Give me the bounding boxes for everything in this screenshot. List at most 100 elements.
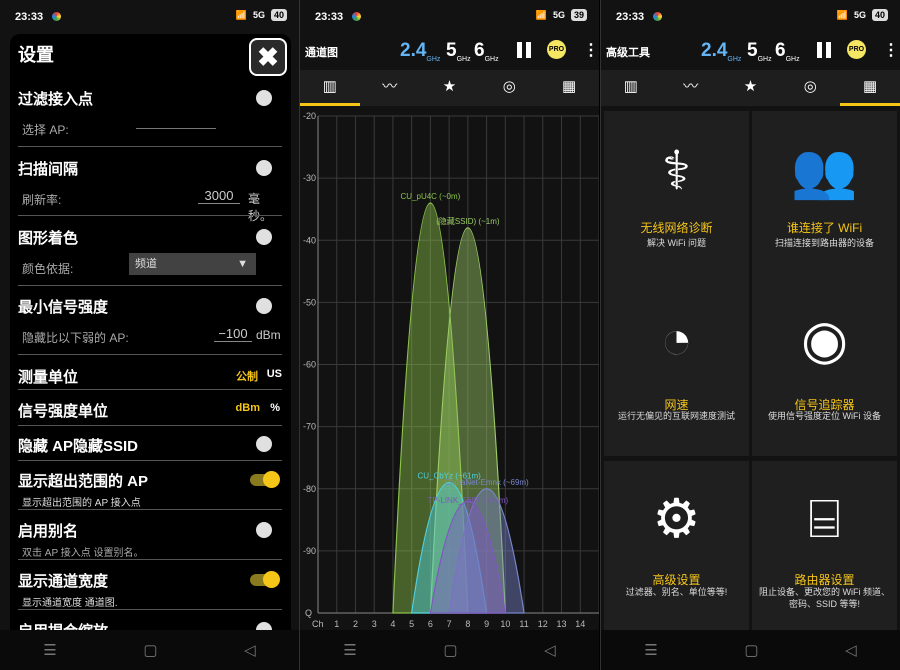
band-5-button[interactable]: 5GHz <box>747 40 772 63</box>
tab-channel-rating[interactable]: ★ <box>721 70 781 106</box>
tools-panel: 23:33 📶 5G 40 高级工具 2.4GHz 5GHz 6GHz PRO … <box>601 0 900 670</box>
signal-icon: ◎ <box>502 78 516 95</box>
app-toolbar: 高级工具 2.4GHz 5GHz 6GHz PRO ⋮ <box>601 34 900 68</box>
x-tick-label: 6 <box>428 619 433 629</box>
x-tick-label: 3 <box>372 619 377 629</box>
y-tick-label: -50 <box>303 297 316 307</box>
measure-row: 测量单位 公制 US <box>18 366 282 387</box>
band-5-button[interactable]: 5GHz <box>446 40 471 63</box>
network-label: 5G <box>252 10 265 20</box>
min-signal-toggle[interactable] <box>256 298 272 314</box>
channel-graph-panel: 23:33 📶 5G 39 通道图 2.4GHz 5GHz 6GHz PRO ⋮… <box>300 0 599 670</box>
divider <box>18 509 282 510</box>
pro-badge[interactable]: PRO <box>547 40 566 59</box>
tool-card-diagnosis[interactable]: ⚕ 无线网络诊断 解决 WiFi 问题 <box>604 111 749 303</box>
color-row: 图形着色 颜色依据: 频道 ▼ <box>18 227 282 277</box>
home-icon[interactable]: ▢ <box>744 641 758 659</box>
wifi-icon: 📶 <box>535 9 547 20</box>
users-icon: 👥 <box>790 141 859 201</box>
close-button[interactable]: ✖ <box>249 38 287 76</box>
band-2-4-button[interactable]: 2.4GHz <box>400 40 440 63</box>
width-row: 显示通道宽度 显示通道宽度 通道图. <box>18 570 282 609</box>
out-of-range-row: 显示超出范围的 AP 显示超出范围的 AP 接入点 <box>18 470 282 509</box>
alias-toggle[interactable] <box>256 522 272 538</box>
menu-icon[interactable]: ☰ <box>343 641 356 659</box>
signal-icon: ◎ <box>803 78 817 95</box>
out-of-range-sub: 显示超出范围的 AP 接入点 <box>22 498 141 509</box>
channel-chart: -20-30-40-50-60-70-80-90QCh 1 2 3 4 5 6 7 8 9 10 11… <box>303 111 599 629</box>
dbm-option[interactable]: dBm <box>236 402 260 414</box>
y-tick-label: -70 <box>303 422 316 432</box>
back-icon[interactable]: ◁ <box>544 641 556 659</box>
back-icon[interactable]: ◁ <box>845 641 857 659</box>
gear-icon: ⚙ <box>652 489 701 549</box>
metric-option[interactable]: 公制 <box>236 368 258 384</box>
app-notification-icon <box>653 12 662 21</box>
tab-tools[interactable]: ▦ <box>840 70 900 106</box>
color-toggle[interactable] <box>256 229 272 245</box>
tool-card-signal-tracker[interactable]: ◉ 信号追踪器 使用信号强度定位 WiFi 设备 <box>752 288 897 456</box>
min-signal-input[interactable]: −100 <box>214 326 252 342</box>
ssid-label: ChinaNet-Emnk (~69m) <box>444 478 529 487</box>
settings-title: 设置 <box>18 45 54 65</box>
menu-icon[interactable]: ☰ <box>644 641 657 659</box>
tool-card-router-settings[interactable]: ⌸ 路由器设置 阻止设备、更改您的 WiFi 频道、密码、SSID 等等! <box>752 461 897 631</box>
filter-ap-toggle[interactable] <box>256 90 272 106</box>
tab-ap-list[interactable]: ◎ <box>479 70 539 106</box>
more-menu-icon[interactable]: ⋮ <box>583 40 599 60</box>
back-icon[interactable]: ◁ <box>244 641 256 659</box>
tab-time-graph[interactable]: 〰 <box>661 70 721 106</box>
tool-card-speedtest[interactable]: ◔ 网速 运行无偏见的互联网速度测试 <box>604 288 749 456</box>
us-option[interactable]: US <box>267 368 282 380</box>
width-toggle[interactable] <box>250 571 280 588</box>
color-by-select[interactable]: 频道 ▼ <box>129 253 256 275</box>
scan-toggle[interactable] <box>256 160 272 176</box>
stars-icon: ★ <box>743 78 758 95</box>
battery-icon: 40 <box>871 9 888 21</box>
pause-button[interactable] <box>517 42 531 58</box>
refresh-unit: 毫秒。 <box>248 192 273 223</box>
router-icon: ⌸ <box>808 489 841 549</box>
y-tick-label: -90 <box>303 546 316 556</box>
wifi-icon: 📶 <box>836 9 848 20</box>
alias-row: 启用别名 双击 AP 接入点 设置别名。 <box>18 520 282 559</box>
band-6-button[interactable]: 6GHz <box>775 40 800 63</box>
ap-select-line[interactable] <box>136 128 216 129</box>
home-icon[interactable]: ▢ <box>443 641 457 659</box>
band-2-4-button[interactable]: 2.4GHz <box>701 40 741 63</box>
y-tick-label: -80 <box>303 484 316 494</box>
x-tick-label: 13 <box>557 619 567 629</box>
app-notification-icon <box>352 12 361 21</box>
settings-panel: 23:33 📶 5G 40 设置 ✖ 过滤接入点 选择 AP: 扫描间隔 刷新率… <box>0 0 299 670</box>
status-bar: 23:33 📶 5G 39 <box>300 0 599 34</box>
out-of-range-toggle[interactable] <box>250 471 280 488</box>
tab-channel-rating[interactable]: ★ <box>420 70 480 106</box>
tool-card-who-connected[interactable]: 👥 谁连接了 WiFi 扫描连接到路由器的设备 <box>752 111 897 303</box>
percent-option[interactable]: % <box>270 402 280 414</box>
filter-ap-title: 过滤接入点 <box>18 91 94 108</box>
band-6-button[interactable]: 6GHz <box>474 40 499 63</box>
scan-title: 扫描间隔 <box>18 161 79 178</box>
tab-ap-list[interactable]: ◎ <box>780 70 840 106</box>
divider <box>18 215 282 216</box>
bar-chart-icon: ▥ <box>623 78 638 95</box>
pro-badge[interactable]: PRO <box>847 40 866 59</box>
more-menu-icon[interactable]: ⋮ <box>883 40 899 60</box>
speedometer-icon: ◔ <box>660 310 693 370</box>
tab-time-graph[interactable]: 〰 <box>360 70 420 106</box>
filter-ap-row[interactable]: 过滤接入点 选择 AP: <box>18 88 282 138</box>
scan-sub: 刷新率: <box>22 193 62 207</box>
pause-button[interactable] <box>817 42 831 58</box>
tab-channel-graph[interactable]: ▥ <box>601 70 661 106</box>
tab-channel-graph[interactable]: ▥ <box>300 70 360 106</box>
x-axis-label: Ch <box>312 619 324 629</box>
tool-card-advanced-settings[interactable]: ⚙ 高级设置 过滤器、别名、单位等等! <box>604 461 749 631</box>
tab-tools[interactable]: ▦ <box>539 70 599 106</box>
hide-ssid-toggle[interactable] <box>256 436 272 452</box>
divider <box>18 354 282 355</box>
home-icon[interactable]: ▢ <box>143 641 157 659</box>
refresh-rate-input[interactable]: 3000 <box>198 188 240 204</box>
status-bar: 23:33 📶 5G 40 <box>601 0 900 34</box>
menu-icon[interactable]: ☰ <box>43 641 56 659</box>
wifi-icon: 📶 <box>235 9 247 20</box>
